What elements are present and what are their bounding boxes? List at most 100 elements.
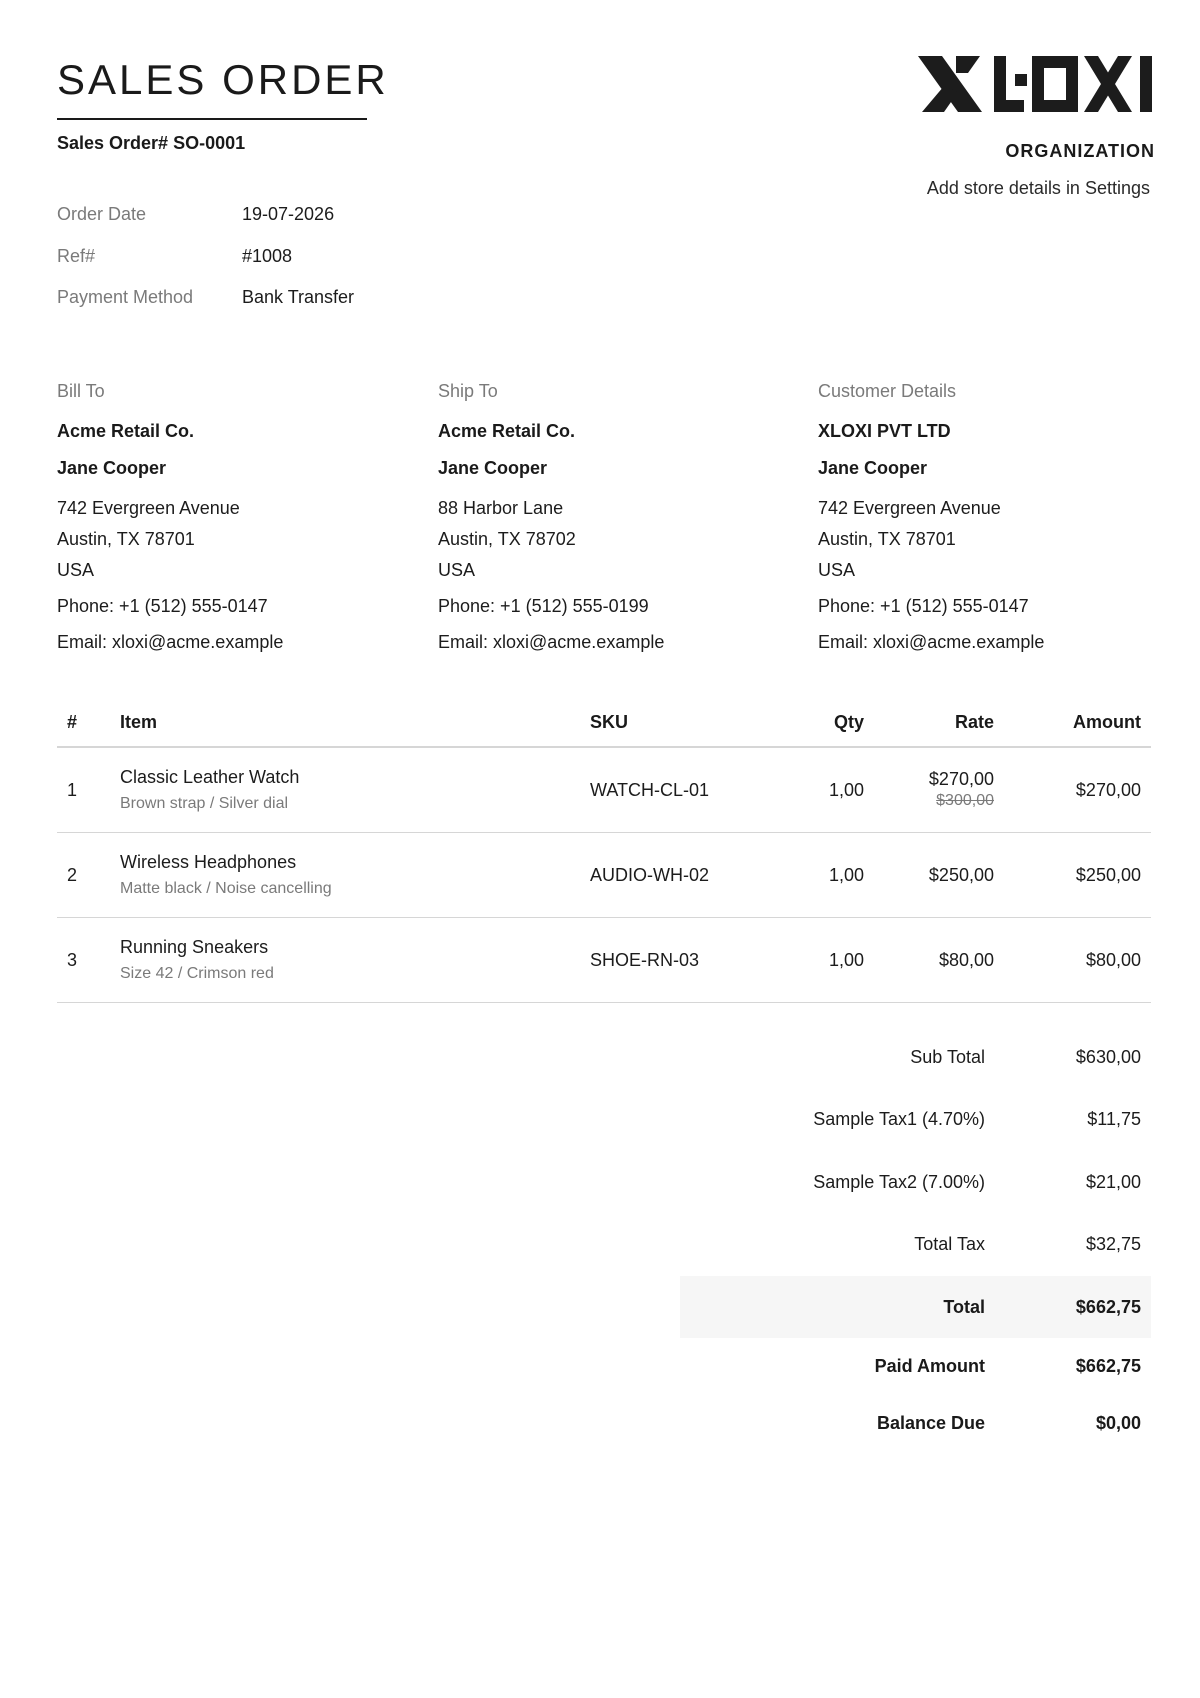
table-row: 1 Classic Leather Watch Brown strap / Si… bbox=[57, 748, 1151, 833]
rate-current: $270,00 bbox=[928, 769, 994, 789]
customer-address-line2: Austin, TX 78701 bbox=[818, 529, 956, 549]
ship-to-country: USA bbox=[438, 560, 476, 580]
document-title: SALES ORDER bbox=[57, 56, 389, 103]
meta-order-date: Order Date 19-07-2026 bbox=[57, 204, 354, 246]
paid-amount-label: Paid Amount bbox=[874, 1356, 985, 1376]
sub-total-value: $630,00 bbox=[1075, 1046, 1141, 1067]
total-value: $662,75 bbox=[1075, 1296, 1141, 1317]
meta-value: #1008 bbox=[242, 245, 293, 266]
balance-due-label: Balance Due bbox=[876, 1413, 985, 1433]
tax2-label: Sample Tax2 (7.00%) bbox=[813, 1171, 985, 1192]
ship-to-heading: Ship To bbox=[438, 381, 498, 401]
meta-label: Ref# bbox=[57, 245, 96, 266]
company-logo bbox=[918, 56, 1152, 112]
tax2-row: Sample Tax2 (7.00%) $21,00 bbox=[680, 1151, 1151, 1214]
tax1-value: $11,75 bbox=[1087, 1109, 1141, 1130]
item-name: Running Sneakers bbox=[120, 936, 269, 957]
bill-to-phone: Phone: +1 (512) 555-0147 bbox=[57, 596, 268, 616]
tax1-row: Sample Tax1 (4.70%) $11,75 bbox=[680, 1089, 1151, 1152]
header-amount: Amount bbox=[1073, 711, 1141, 732]
row-sku: SHOE-RN-03 bbox=[590, 949, 700, 970]
row-amount: $80,00 bbox=[1085, 949, 1141, 970]
row-number: 3 bbox=[67, 949, 78, 970]
row-rate: $270,00 $300,00 bbox=[864, 768, 994, 812]
bill-to-company: Acme Retail Co. bbox=[57, 421, 195, 441]
paid-amount-row: Paid Amount $662,75 bbox=[680, 1338, 1151, 1395]
meta-label: Order Date bbox=[57, 204, 147, 224]
customer-contact: Jane Cooper bbox=[818, 458, 928, 478]
balance-due-value: $0,00 bbox=[1095, 1413, 1141, 1433]
sub-total-label: Sub Total bbox=[910, 1046, 985, 1067]
total-tax-label: Total Tax bbox=[914, 1234, 985, 1255]
row-sku: WATCH-CL-01 bbox=[590, 779, 710, 800]
row-item: Running Sneakers Size 42 / Crimson red bbox=[120, 935, 590, 986]
header-qty: Qty bbox=[833, 711, 864, 732]
row-amount: $270,00 bbox=[1075, 779, 1141, 800]
paid-amount-value: $662,75 bbox=[1075, 1356, 1141, 1376]
ship-to-address-line2: Austin, TX 78702 bbox=[438, 529, 576, 549]
meta-payment-method: Payment Method Bank Transfer bbox=[57, 287, 354, 329]
bill-to-email: Email: xloxi@acme.example bbox=[57, 632, 284, 652]
bill-to-country: USA bbox=[57, 560, 95, 580]
table-header: # Item SKU Qty Rate Amount bbox=[57, 698, 1151, 748]
header-rate: Rate bbox=[954, 711, 994, 732]
row-rate: $250,00 bbox=[928, 864, 994, 885]
item-description: Matte black / Noise cancelling bbox=[120, 879, 332, 897]
row-item: Classic Leather Watch Brown strap / Silv… bbox=[120, 765, 590, 816]
row-amount: $250,00 bbox=[1075, 864, 1141, 885]
tax1-label: Sample Tax1 (4.70%) bbox=[813, 1109, 985, 1130]
row-item: Wireless Headphones Matte black / Noise … bbox=[120, 850, 590, 901]
meta-value: 19-07-2026 bbox=[242, 204, 335, 224]
customer-country: USA bbox=[818, 560, 856, 580]
customer-phone: Phone: +1 (512) 555-0147 bbox=[818, 596, 1029, 616]
ship-to-contact: Jane Cooper bbox=[438, 458, 548, 478]
bill-to-heading: Bill To bbox=[57, 381, 105, 401]
bill-to-section: Bill To Acme Retail Co. Jane Cooper 742 … bbox=[57, 379, 417, 658]
meta-ref: Ref# #1008 bbox=[57, 246, 354, 288]
ship-to-email: Email: xloxi@acme.example bbox=[438, 632, 665, 652]
row-number: 1 bbox=[67, 779, 78, 800]
total-tax-row: Total Tax $32,75 bbox=[680, 1214, 1151, 1277]
total-tax-value: $32,75 bbox=[1085, 1234, 1141, 1255]
header-item: Item bbox=[120, 711, 158, 732]
order-meta: Order Date 19-07-2026 Ref# #1008 Payment… bbox=[57, 204, 354, 329]
organization-name: ORGANIZATION bbox=[1005, 141, 1155, 161]
row-sku: AUDIO-WH-02 bbox=[590, 864, 710, 885]
ship-to-company: Acme Retail Co. bbox=[438, 421, 576, 441]
row-qty: 1,00 bbox=[828, 949, 864, 970]
totals-section: Sub Total $630,00 Sample Tax1 (4.70%) $1… bbox=[680, 1026, 1151, 1452]
row-qty: 1,00 bbox=[828, 779, 864, 800]
table-row: 3 Running Sneakers Size 42 / Crimson red… bbox=[57, 918, 1151, 1003]
sales-order-page: SALES ORDER Sales Order# SO-0001 ORGANIZ… bbox=[0, 0, 1200, 1698]
item-name: Classic Leather Watch bbox=[120, 766, 300, 787]
customer-heading: Customer Details bbox=[818, 381, 957, 401]
tax2-value: $21,00 bbox=[1085, 1171, 1141, 1192]
item-description: Brown strap / Silver dial bbox=[120, 794, 289, 812]
row-rate: $80,00 bbox=[938, 949, 994, 970]
bill-to-contact: Jane Cooper bbox=[57, 458, 167, 478]
customer-details-section: Customer Details XLOXI PVT LTD Jane Coop… bbox=[818, 379, 1178, 658]
title-underline bbox=[57, 118, 367, 120]
ship-to-address-line1: 88 Harbor Lane bbox=[438, 498, 564, 518]
item-name: Wireless Headphones bbox=[120, 851, 297, 872]
row-qty: 1,00 bbox=[828, 864, 864, 885]
table-row: 2 Wireless Headphones Matte black / Nois… bbox=[57, 833, 1151, 918]
rate-original-strikethrough: $300,00 bbox=[936, 792, 994, 809]
line-items-table: # Item SKU Qty Rate Amount 1 Classic Lea… bbox=[57, 698, 1151, 1003]
bill-to-address-line2: Austin, TX 78701 bbox=[57, 529, 195, 549]
sub-total-row: Sub Total $630,00 bbox=[680, 1026, 1151, 1089]
customer-company: XLOXI PVT LTD bbox=[818, 421, 951, 441]
header-number: # bbox=[67, 711, 78, 732]
row-number: 2 bbox=[67, 864, 78, 885]
header-sku: SKU bbox=[590, 711, 629, 732]
organization-details: Add store details in Settings bbox=[926, 178, 1150, 198]
customer-email: Email: xloxi@acme.example bbox=[818, 632, 1045, 652]
ship-to-section: Ship To Acme Retail Co. Jane Cooper 88 H… bbox=[438, 379, 798, 658]
meta-label: Payment Method bbox=[57, 287, 194, 307]
item-description: Size 42 / Crimson red bbox=[120, 964, 274, 982]
customer-address-line1: 742 Evergreen Avenue bbox=[818, 498, 1001, 518]
balance-due-row: Balance Due $0,00 bbox=[680, 1395, 1151, 1452]
total-label: Total bbox=[943, 1296, 985, 1317]
grand-total-row: Total $662,75 bbox=[680, 1276, 1151, 1338]
meta-value: Bank Transfer bbox=[242, 287, 355, 307]
